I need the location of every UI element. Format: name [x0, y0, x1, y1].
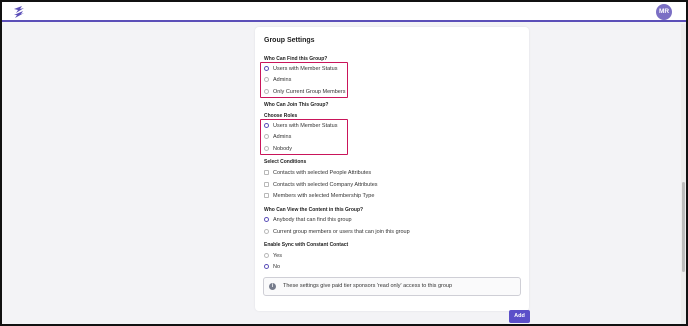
option-label: Anybody that can find this group	[273, 217, 352, 223]
condition-membership-type[interactable]: Members with selected Membership Type	[264, 192, 374, 200]
join-section-label: Who Can Join This Group?	[264, 102, 329, 108]
option-label: Admins	[273, 77, 292, 83]
conditions-section-label: Select Conditions	[264, 159, 307, 165]
radio-icon[interactable]	[264, 252, 269, 258]
checkbox-icon[interactable]	[264, 192, 269, 198]
option-label: No	[273, 264, 281, 270]
option-label: Members with selected Membership Type	[273, 193, 375, 199]
sync-option-no[interactable]: No	[264, 263, 280, 271]
radio-selected-icon[interactable]	[264, 216, 269, 222]
group-settings-title: Group Settings	[264, 37, 315, 44]
top-navigation-bar: MR	[2, 2, 686, 22]
scrollbar-track[interactable]	[681, 24, 686, 324]
find-option-member-status[interactable]: Users with Member Status	[264, 65, 338, 73]
radio-icon[interactable]	[264, 88, 269, 94]
option-label: Nobody	[273, 146, 292, 152]
condition-people-attributes[interactable]: Contacts with selected People Attributes	[264, 169, 371, 177]
sync-option-yes[interactable]: Yes	[264, 252, 282, 260]
info-icon: i	[269, 283, 276, 290]
option-label: Admins	[273, 134, 292, 140]
radio-selected-icon[interactable]	[264, 263, 269, 269]
add-button[interactable]: Add	[509, 310, 530, 323]
find-option-current-members[interactable]: Only Current Group Members	[264, 88, 345, 96]
radio-icon[interactable]	[264, 76, 269, 82]
radio-selected-icon[interactable]	[264, 65, 269, 71]
user-avatar[interactable]: MR	[656, 4, 672, 20]
view-section-label: Who Can View the Content in this Group?	[264, 207, 364, 213]
option-label: Users with Member Status	[273, 123, 338, 129]
radio-icon[interactable]	[264, 133, 269, 139]
checkbox-icon[interactable]	[264, 181, 269, 187]
option-label: Users with Member Status	[273, 66, 338, 72]
scrollbar-thumb[interactable]	[682, 182, 685, 272]
app-logo-icon[interactable]	[12, 5, 26, 19]
view-option-anybody[interactable]: Anybody that can find this group	[264, 216, 352, 224]
view-option-members-or-joiners[interactable]: Current group members or users that can …	[264, 228, 410, 236]
option-label: Only Current Group Members	[273, 89, 346, 95]
radio-icon[interactable]	[264, 228, 269, 234]
join-option-member-status[interactable]: Users with Member Status	[264, 122, 338, 130]
join-option-nobody[interactable]: Nobody	[264, 145, 292, 153]
option-label: Yes	[273, 253, 282, 259]
radio-icon[interactable]	[264, 145, 269, 151]
info-notice-text: These settings give paid tier sponsors '…	[283, 283, 453, 289]
sync-section-label: Enable Sync with Constant Contact	[264, 242, 349, 248]
radio-selected-icon[interactable]	[264, 122, 269, 128]
option-label: Current group members or users that can …	[273, 229, 410, 235]
condition-company-attributes[interactable]: Contacts with selected Company Attribute…	[264, 181, 378, 189]
option-label: Contacts with selected People Attributes	[273, 170, 372, 176]
option-label: Contacts with selected Company Attribute…	[273, 182, 378, 188]
join-option-admins[interactable]: Admins	[264, 133, 291, 141]
checkbox-icon[interactable]	[264, 169, 269, 175]
find-option-admins[interactable]: Admins	[264, 76, 291, 84]
